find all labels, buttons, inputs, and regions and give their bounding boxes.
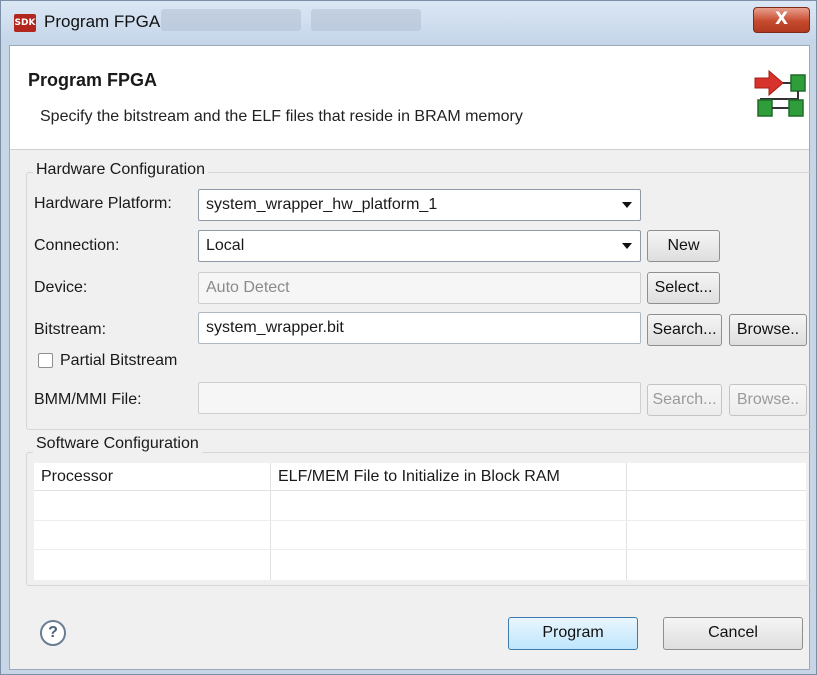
program-fpga-logo-icon <box>754 69 806 117</box>
connection-combo[interactable]: Local <box>198 230 641 262</box>
hardware-configuration-legend: Hardware Configuration <box>33 161 208 179</box>
sdk-app-icon: SDK <box>14 14 36 32</box>
bitstream-browse-button[interactable]: Browse.. <box>729 314 807 346</box>
column-header-extra[interactable] <box>627 463 806 491</box>
dialog-window: SDK Program FPGA X Program FPGA Specify … <box>0 0 817 675</box>
header-description: Specify the bitstream and the ELF files … <box>40 108 523 125</box>
new-connection-button[interactable]: New <box>647 230 720 262</box>
title-bar[interactable]: SDK Program FPGA X <box>1 1 816 45</box>
hardware-platform-value: system_wrapper_hw_platform_1 <box>206 196 438 213</box>
bmm-mmi-field <box>198 382 641 414</box>
device-label: Device: <box>34 279 88 296</box>
hardware-platform-label: Hardware Platform: <box>34 195 172 212</box>
background-window-ghost <box>161 9 301 31</box>
chevron-down-icon[interactable] <box>622 202 632 208</box>
hardware-platform-combo[interactable]: system_wrapper_hw_platform_1 <box>198 189 641 221</box>
header-title: Program FPGA <box>28 70 158 90</box>
help-icon[interactable]: ? <box>40 620 66 646</box>
connection-label: Connection: <box>34 237 120 254</box>
cancel-button[interactable]: Cancel <box>663 617 803 650</box>
bitstream-label: Bitstream: <box>34 321 107 338</box>
bitstream-search-button[interactable]: Search... <box>647 314 722 346</box>
dialog-header: Program FPGA Specify the bitstream and t… <box>10 46 809 150</box>
background-window-ghost <box>311 9 421 31</box>
window-title: Program FPGA <box>44 12 161 31</box>
software-configuration-legend: Software Configuration <box>33 435 202 453</box>
connection-value: Local <box>206 237 245 254</box>
bmm-search-button: Search... <box>647 384 722 416</box>
device-field: Auto Detect <box>198 272 641 304</box>
processor-elf-table[interactable]: Processor ELF/MEM File to Initialize in … <box>34 463 806 580</box>
partial-bitstream-checkbox[interactable] <box>38 353 53 368</box>
dialog-client: Program FPGA Specify the bitstream and t… <box>9 45 812 670</box>
close-button[interactable]: X <box>753 7 810 33</box>
select-device-button[interactable]: Select... <box>647 272 720 304</box>
partial-bitstream-label: Partial Bitstream <box>60 352 178 369</box>
column-header-processor[interactable]: Processor <box>34 463 270 491</box>
program-button[interactable]: Program <box>508 617 638 650</box>
bmm-browse-button: Browse.. <box>729 384 807 416</box>
bitstream-field[interactable]: system_wrapper.bit <box>198 312 641 344</box>
column-divider <box>626 463 627 580</box>
column-divider <box>270 463 271 580</box>
table-header: Processor ELF/MEM File to Initialize in … <box>34 463 806 491</box>
column-header-elf-file[interactable]: ELF/MEM File to Initialize in Block RAM <box>271 463 626 491</box>
chevron-down-icon[interactable] <box>622 243 632 249</box>
bmm-mmi-label: BMM/MMI File: <box>34 391 142 408</box>
table-row[interactable] <box>34 549 806 550</box>
table-row[interactable] <box>34 520 806 521</box>
